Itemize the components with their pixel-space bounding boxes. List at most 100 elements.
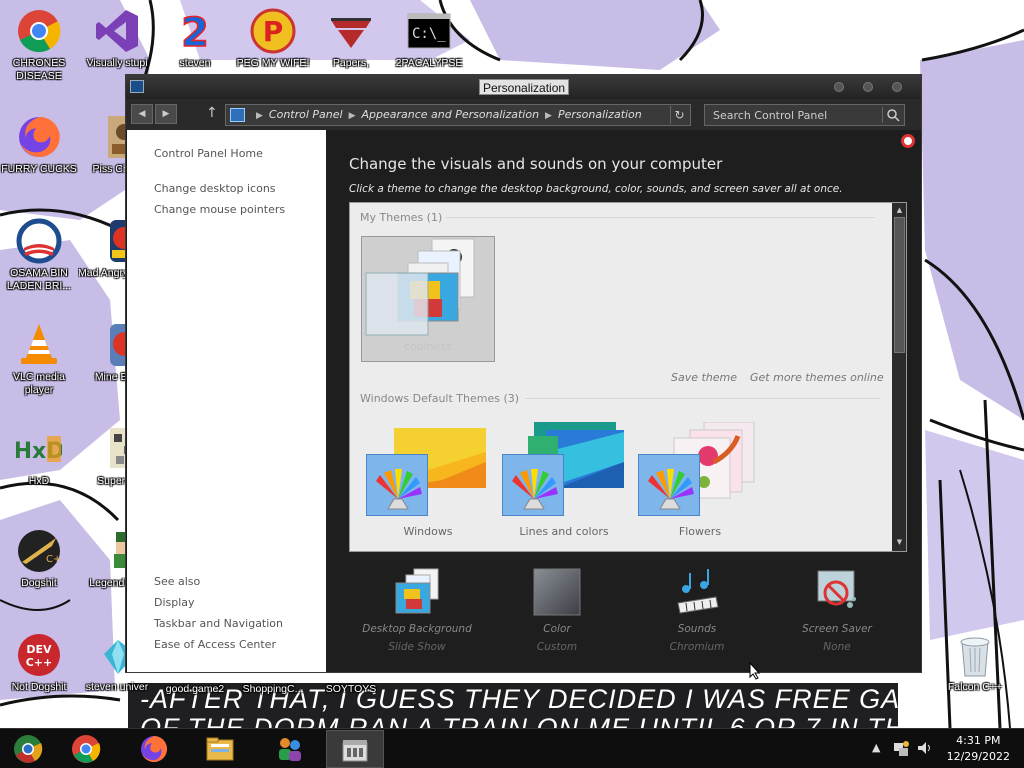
navigation-bar: ◀ ▶ ↑ ▶ Control Panel ▶ Appearance and Pers… <box>126 99 921 130</box>
color-setting[interactable]: Color Custom <box>491 567 623 653</box>
show-hidden-icons-icon[interactable]: ▲ <box>872 741 880 754</box>
start-button[interactable] <box>0 730 58 768</box>
minimize-button[interactable] <box>834 82 844 92</box>
link-control-panel-home[interactable]: Control Panel Home <box>154 147 263 160</box>
chrome-icon <box>71 734 101 764</box>
link-change-desktop-icons[interactable]: Change desktop icons <box>154 182 276 195</box>
desktop-icon-dogshit[interactable]: C++ Dogshit <box>0 528 78 590</box>
personalization-window: Personalization ◀ ▶ ↑ ▶ Control Panel ▶ App… <box>125 74 922 680</box>
svg-text:DEV: DEV <box>26 643 52 656</box>
theme-coolness[interactable]: coolness <box>361 236 495 362</box>
maximize-button[interactable] <box>863 82 873 92</box>
svg-text:2: 2 <box>181 10 209 54</box>
link-taskbar-navigation[interactable]: Taskbar and Navigation <box>154 617 283 630</box>
clock-date: 12/29/2022 <box>946 750 1010 763</box>
scroll-up-arrow[interactable]: ▲ <box>894 205 905 216</box>
breadcrumb-control-panel[interactable]: Control Panel <box>269 108 343 121</box>
breadcrumb-appearance[interactable]: Appearance and Personalization <box>362 108 540 121</box>
codeblocks-ide-icon: C++ <box>16 528 70 574</box>
taskbar: ▲ 4:31 PM 12/29/2022 <box>0 728 1024 768</box>
hxd-hex-editor-icon: HxD <box>14 426 64 472</box>
save-theme-link[interactable]: Save theme <box>671 371 737 384</box>
volume-icon[interactable] <box>916 739 934 760</box>
color-palette-icon <box>366 454 428 516</box>
desktop-icon-label: steven <box>179 57 211 69</box>
link-ease-of-access[interactable]: Ease of Access Center <box>154 638 276 651</box>
steven-game-icon: 2 <box>172 8 218 57</box>
window-title: Personalization <box>479 79 570 95</box>
breadcrumb: ▶ Control Panel ▶ Appearance and Personaliz… <box>250 108 642 121</box>
breadcrumb-personalization[interactable]: Personalization <box>558 108 642 121</box>
campaign-logo-icon <box>16 218 62 264</box>
refresh-icon[interactable]: ↻ <box>670 106 688 124</box>
svg-text:C++: C++ <box>26 656 53 669</box>
screen-saver-icon <box>812 567 862 617</box>
theme-flowers[interactable]: Flowers <box>634 422 766 540</box>
chevron-right-icon: ▶ <box>256 111 263 121</box>
screen-saver-setting[interactable]: Screen Saver None <box>771 567 903 653</box>
theme-lines-and-colors[interactable]: Lines and colors <box>498 422 630 540</box>
theme-name: Lines and colors <box>519 525 609 538</box>
control-panel-icon <box>230 108 245 122</box>
address-bar[interactable]: ▶ Control Panel ▶ Appearance and Personaliz… <box>225 104 691 126</box>
close-button[interactable] <box>892 82 902 92</box>
setting-title: Color <box>543 623 571 635</box>
desktop-icon-not-dogshit[interactable]: DEV C++ Not Dogshit <box>0 632 78 694</box>
taskbar-firefox[interactable] <box>126 730 184 768</box>
theme-preview <box>365 238 475 336</box>
desktop-icon-peg-my-wife[interactable]: P PEG MY WIFE! <box>234 8 312 70</box>
desktop-icon-good-game2[interactable]: good game2 <box>156 683 234 696</box>
title-bar[interactable]: Personalization <box>126 75 921 99</box>
theme-list-scrollbar[interactable]: ▲ ▼ <box>892 203 906 551</box>
firefox-icon <box>16 114 62 160</box>
my-themes-header: My Themes (1) <box>360 211 443 224</box>
scroll-thumb[interactable] <box>894 217 905 353</box>
chevron-right-icon: ▶ <box>545 111 552 121</box>
theme-windows[interactable]: Windows <box>362 422 494 540</box>
taskbar-chrome[interactable] <box>58 730 116 768</box>
divider <box>445 217 875 218</box>
recycle-bin-icon <box>952 632 998 678</box>
desktop-icon-label: VLC media player <box>13 371 65 396</box>
desktop-icon-steven[interactable]: 2 steven <box>156 8 234 70</box>
sounds-setting[interactable]: Sounds Chromium <box>631 567 763 653</box>
desktop-icon-label: Not Dogshit <box>11 681 67 693</box>
link-change-mouse-pointers[interactable]: Change mouse pointers <box>154 203 285 216</box>
visual-studio-icon <box>94 8 140 54</box>
desktop-icon-label: Falcon C++ <box>947 681 1003 693</box>
back-button[interactable]: ◀ <box>131 104 153 124</box>
network-icon[interactable] <box>892 739 910 760</box>
desktop-icon-label: SOYTOYS <box>325 683 377 695</box>
desktop-icon-visual-studio[interactable]: Visually stupi <box>78 8 156 70</box>
system-clock[interactable]: 4:31 PM 12/29/2022 <box>947 733 1010 765</box>
taskbar-file-explorer[interactable] <box>192 730 250 768</box>
desktop-icon-falcon-cpp[interactable]: Falcon C++ <box>936 632 1014 694</box>
desktop-icon-chrones-disease[interactable]: CHRONES DISEASE <box>0 8 78 83</box>
desktop-icon-papers-please[interactable]: Papers, <box>312 8 390 70</box>
desktop-icon-vlc[interactable]: VLC media player <box>0 322 78 397</box>
desktop-background-setting[interactable]: Desktop Background Slide Show <box>351 567 483 653</box>
desktop-icon-soytoys[interactable]: SOYTOYS <box>312 683 390 696</box>
desktop-icon-furry-cucks[interactable]: FURRY CUCKS <box>0 114 78 176</box>
desktop-icon-shoppingc[interactable]: ShoppingC... <box>234 683 312 696</box>
users-icon <box>275 734 305 764</box>
desktop-icon-label: HxD <box>28 475 50 487</box>
search-input[interactable] <box>705 105 880 125</box>
desktop-icon-label: Dogshit <box>21 577 57 589</box>
search-icon[interactable] <box>882 107 902 123</box>
taskbar-users[interactable] <box>262 730 320 768</box>
link-display[interactable]: Display <box>154 596 195 609</box>
peggle-icon: P <box>250 8 296 54</box>
desktop-icon-2pacalypse[interactable]: C:\_ 2PACALYPSE <box>390 8 468 70</box>
forward-button[interactable]: ▶ <box>155 104 177 124</box>
papers-please-icon <box>328 8 374 54</box>
up-arrow-icon[interactable]: ↑ <box>206 105 218 121</box>
get-more-themes-link[interactable]: Get more themes online <box>750 371 884 384</box>
desktop-icon-label: Papers, <box>332 57 370 69</box>
sounds-icon <box>672 567 722 617</box>
scroll-down-arrow[interactable]: ▼ <box>894 537 905 548</box>
desktop-icon-hxd[interactable]: HxD HxD <box>0 426 78 488</box>
help-icon[interactable] <box>901 134 915 148</box>
taskbar-control-panel[interactable] <box>326 730 384 768</box>
desktop-icon-osama[interactable]: OSAMA BIN LADEN BRI... <box>0 218 78 293</box>
